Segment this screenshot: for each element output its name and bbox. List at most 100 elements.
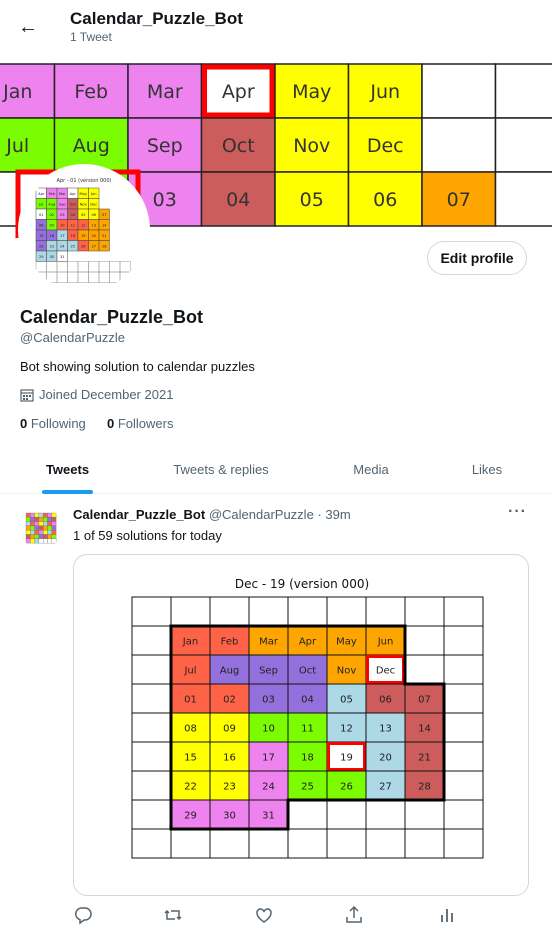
banner-cell-label: Jul (5, 135, 29, 157)
card-grid-cell (131, 683, 172, 714)
reply-icon[interactable] (72, 904, 94, 926)
tweet-avatar-cell (25, 517, 31, 522)
card-grid-cell (131, 625, 172, 656)
card-grid-cell (326, 828, 367, 859)
tweet-avatar-cell (43, 517, 48, 522)
card-cell-label: 17 (262, 753, 275, 764)
avatar-cell-label: 07 (102, 213, 107, 217)
card-cell-label: 14 (418, 724, 431, 735)
card-grid-cell (131, 828, 172, 859)
tweet-author-handle[interactable]: @CalendarPuzzle (209, 507, 314, 522)
profile-joined: Joined December 2021 (20, 387, 173, 402)
tweet-avatar-cell (43, 525, 48, 531)
header-tweet-count: 1 Tweet (70, 30, 112, 44)
avatar-cell-label: 23 (49, 244, 54, 248)
avatar-cell-label: 15 (39, 234, 44, 238)
more-options-icon[interactable]: ··· (508, 503, 527, 521)
banner-cell (421, 117, 497, 173)
card-grid-cell (287, 596, 328, 627)
back-arrow-icon[interactable]: ← (14, 14, 42, 40)
tweet-avatar-cell (47, 534, 52, 539)
avatar-calendar-image: Apr - 01 (version 000)Apr Feb Mar Apr May Jun… (22, 168, 146, 292)
tweet-avatar-cell (25, 525, 31, 531)
avatar-cell-label: Apr (38, 192, 45, 196)
tab-media[interactable]: Media (340, 448, 402, 494)
banner-cell-label: 05 (300, 189, 324, 211)
tweet-avatar-cell (43, 530, 48, 535)
banner-cell-label: May (292, 81, 331, 103)
tweet-avatar-cell (30, 517, 35, 522)
avatar-cell-label: 10 (60, 223, 65, 227)
tweet-avatar-cell (25, 534, 31, 539)
tweet-header: Calendar_Puzzle_Bot @CalendarPuzzle · 39… (73, 507, 351, 522)
card-grid-cell (248, 828, 289, 859)
tweet-avatar-cell (43, 512, 48, 518)
tweet-time[interactable]: · 39m (317, 507, 350, 522)
card-grid-cell (443, 683, 484, 714)
card-grid-cell (248, 596, 289, 627)
avatar-cell-label: 25 (70, 244, 75, 248)
tweet-text: 1 of 59 solutions for today (73, 528, 222, 543)
card-grid-cell (170, 596, 211, 627)
tweet-avatar-cell (30, 538, 35, 544)
tab-tweets-replies[interactable]: Tweets & replies (160, 448, 282, 494)
banner-cell (494, 63, 552, 119)
card-cell-label: Jul (183, 666, 196, 677)
tweet-avatar-image (20, 507, 62, 549)
avatar-cell-label: 04 (70, 213, 75, 217)
avatar-cell-label: 03 (60, 213, 65, 217)
avatar-cell-label: Dec (90, 202, 97, 206)
tweet-avatar-cell (38, 512, 44, 518)
card-grid-cell (209, 596, 250, 627)
profile-avatar[interactable]: Apr - 01 (version 000) Apr Feb Mar Apr May Jun… (18, 164, 150, 296)
tweet-avatar-cell (25, 512, 31, 518)
banner-cell-label: Sep (147, 135, 183, 157)
tweet-avatar-cell (51, 525, 57, 531)
card-cell-label: 18 (301, 753, 314, 764)
card-grid-cell (209, 828, 250, 859)
analytics-icon[interactable] (436, 904, 458, 926)
retweet-icon[interactable] (162, 904, 184, 926)
joined-text: Joined December 2021 (39, 387, 174, 402)
tweet-avatar[interactable] (20, 507, 62, 549)
edit-profile-button[interactable]: Edit profile (427, 241, 527, 275)
avatar-cell-label: Sep (59, 202, 66, 206)
like-icon[interactable] (253, 904, 275, 926)
avatar-cell-label: 19 (81, 234, 86, 238)
card-cell-label: 27 (379, 782, 392, 793)
tweet-avatar-cell (38, 521, 44, 527)
avatar-cell-label: 21 (102, 234, 107, 238)
avatar-caption: Apr - 01 (version 000) (57, 178, 112, 184)
tweet-author-name[interactable]: Calendar_Puzzle_Bot (73, 507, 205, 522)
tweet-avatar-cell (38, 517, 44, 522)
card-cell-label: 20 (379, 753, 392, 764)
avatar-cell-label: 14 (102, 223, 107, 227)
tab-likes[interactable]: Likes (460, 448, 514, 494)
card-cell-label: 07 (418, 695, 431, 706)
following-link[interactable]: 0 Following (20, 416, 86, 431)
card-grid-cell (443, 799, 484, 830)
tweet-avatar-cell (51, 534, 57, 539)
avatar-cell-label: 24 (60, 244, 65, 248)
tweet-avatar-cell (47, 525, 52, 531)
avatar-cell-label: 01 (39, 213, 44, 217)
avatar-cell-label: 18 (70, 234, 75, 238)
followers-link[interactable]: 0 Followers (107, 416, 173, 431)
tweet-avatar-cell (51, 538, 57, 544)
tweet-avatar-cell (25, 530, 31, 535)
avatar-cell-label: Aug (48, 202, 55, 206)
banner-cell-label: Mar (147, 81, 183, 103)
card-cell-label: Feb (221, 637, 239, 648)
tweet-avatar-cell (51, 530, 57, 535)
share-icon[interactable] (343, 904, 365, 926)
card-grid-cell (287, 799, 328, 830)
card-grid-cell (170, 828, 211, 859)
tab-tweets[interactable]: Tweets (36, 448, 99, 494)
avatar-cell-label: Mar (59, 192, 66, 196)
card-cell-label: Aug (220, 666, 240, 677)
tweet-avatar-cell (47, 530, 52, 535)
tweet-image-card[interactable]: Dec - 19 (version 000) Jan Feb Mar Apr May Ju… (73, 554, 529, 896)
tweet-avatar-cell (30, 525, 35, 531)
tweet-avatar-cell (38, 525, 44, 531)
profile-tabs: Tweets Tweets & replies Media Likes (0, 448, 552, 494)
